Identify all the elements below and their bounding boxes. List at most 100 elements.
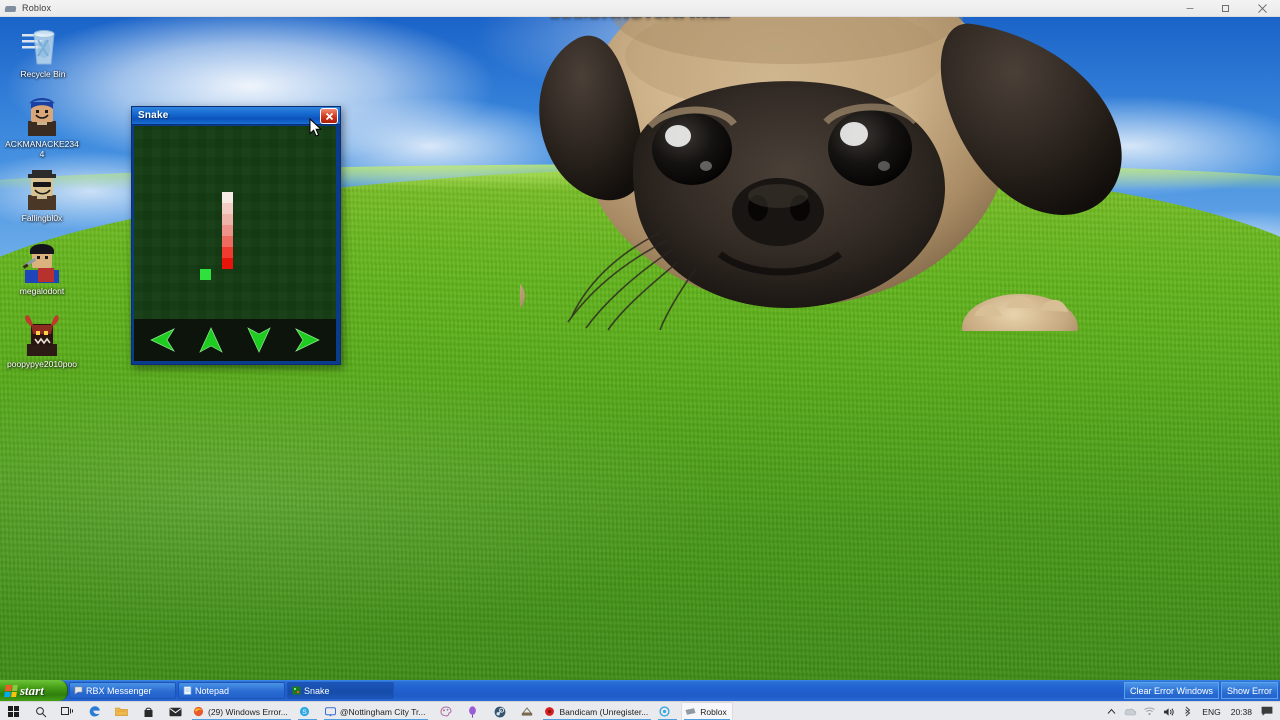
- clear-error-windows-button[interactable]: Clear Error Windows: [1123, 682, 1219, 699]
- bluetooth-icon[interactable]: [1178, 702, 1197, 720]
- teams-icon: [324, 706, 336, 717]
- desktop-icon-label: Fallingbl0x: [21, 213, 63, 223]
- desktop-icon-label: ACKMANACKE2344: [5, 139, 79, 159]
- taskbar-item-label: RBX Messenger: [86, 685, 152, 696]
- snake-direction-controls: [134, 319, 336, 361]
- paint-icon[interactable]: [432, 702, 459, 720]
- host-window-titlebar[interactable]: Roblox: [0, 0, 1280, 17]
- move-down-button[interactable]: [242, 325, 276, 355]
- balloon-icon[interactable]: [459, 702, 486, 720]
- taskbar-windows-error[interactable]: (29) Windows Error...: [189, 702, 294, 720]
- desktop-icon-fallingbl0x[interactable]: Fallingbl0x: [3, 168, 81, 223]
- xp-error-buttons: Clear Error Windows Show Error: [1122, 680, 1280, 701]
- start-button[interactable]: [0, 702, 27, 720]
- taskbar-nottingham[interactable]: @Nottingham City Tr...: [321, 702, 432, 720]
- roblox-avatar-icon: [19, 168, 65, 212]
- move-right-button[interactable]: [291, 325, 325, 355]
- windows-taskbar: (29) Windows Error... S @Nottingham City…: [0, 701, 1280, 720]
- taskbar-item-label: @Nottingham City Tr...: [339, 706, 426, 717]
- language-indicator[interactable]: ENG: [1197, 707, 1225, 717]
- taskbar-item-label: Notepad: [195, 685, 230, 696]
- roblox-icon: [685, 706, 696, 717]
- search-icon[interactable]: [27, 702, 54, 720]
- snake-window-title: Snake: [138, 110, 169, 121]
- taskbar-roblox[interactable]: Roblox: [681, 702, 733, 720]
- screen-root: Roblox Recycle Bin ACKMANACKE2344 Fallin…: [0, 0, 1280, 720]
- move-up-button[interactable]: [194, 325, 228, 355]
- desktop-icon-label: megalodont: [19, 286, 65, 296]
- pug-back-paw: [520, 283, 525, 309]
- notepad-icon: [183, 686, 192, 695]
- taskbar-rbx-messenger[interactable]: RBX Messenger: [69, 682, 176, 699]
- clear-error-windows-label: Clear Error Windows: [1129, 685, 1213, 696]
- taskbar-item-label: Bandicam (Unregister...: [559, 706, 649, 717]
- desktop-icon-ackmanacke2344[interactable]: ACKMANACKE2344: [3, 94, 81, 159]
- snake-body-cell: [222, 225, 233, 236]
- snake-game-board[interactable]: [134, 126, 336, 319]
- food-cell: [200, 269, 211, 280]
- taskbar-item-label: Snake: [304, 685, 330, 696]
- chevron-up-icon[interactable]: [1102, 702, 1121, 720]
- xp-start-button[interactable]: start: [0, 680, 68, 701]
- close-button[interactable]: [1244, 0, 1280, 16]
- taskbar-notepad[interactable]: Notepad: [178, 682, 285, 699]
- messenger-icon: [74, 686, 83, 695]
- snake-close-button[interactable]: [320, 108, 338, 124]
- action-center-icon[interactable]: [1257, 702, 1277, 720]
- show-error-button[interactable]: Show Error: [1220, 682, 1278, 699]
- taskbar-item-label: (29) Windows Error...: [208, 706, 288, 717]
- roblox-avatar-icon: [19, 94, 65, 138]
- svg-text:S: S: [302, 709, 307, 716]
- minimize-button[interactable]: [1172, 0, 1208, 16]
- network-icon[interactable]: [1140, 702, 1159, 720]
- taskbar-clock[interactable]: 20:38: [1226, 707, 1257, 717]
- show-error-label: Show Error: [1226, 685, 1272, 696]
- host-window-controls: [1172, 0, 1280, 16]
- firefox-icon: [193, 706, 204, 717]
- snake-body-cell: [222, 236, 233, 247]
- snake-head-cell: [222, 258, 233, 269]
- desktop-icon-label: poopypye2010poo: [7, 359, 77, 369]
- snake-body-cell: [222, 203, 233, 214]
- taskbar-skype[interactable]: S: [295, 702, 320, 720]
- recycle-bin-icon: [20, 24, 66, 68]
- snake-window-titlebar[interactable]: Snake: [132, 107, 340, 125]
- xp-start-label: start: [20, 682, 44, 698]
- file-explorer-icon[interactable]: [108, 702, 135, 720]
- system-tray: ENG 20:38: [1102, 702, 1280, 720]
- desktop-icon-megalodont[interactable]: megalodont: [3, 241, 81, 296]
- taskbar-item-label: Roblox: [700, 706, 727, 717]
- onedrive-icon[interactable]: [1121, 702, 1140, 720]
- desktop-icon-poopypye2010poo[interactable]: poopypye2010poo: [3, 314, 81, 369]
- pug-front-paw: [962, 294, 1078, 331]
- volume-icon[interactable]: [1159, 702, 1178, 720]
- skype-icon: S: [299, 706, 310, 717]
- xp-taskbar: start RBX Messenger Notepad Snake Clear …: [0, 680, 1280, 701]
- taskbar-bandicam[interactable]: Bandicam (Unregister...: [540, 702, 654, 720]
- snake-window-body: [134, 126, 336, 361]
- edge-icon[interactable]: [81, 702, 108, 720]
- roblox-avatar-icon: [19, 314, 65, 358]
- snake-body-cell: [222, 192, 233, 203]
- desktop-icon-label: Recycle Bin: [20, 69, 66, 79]
- snake-window[interactable]: Snake: [131, 106, 341, 365]
- roblox-icon: [5, 2, 17, 14]
- roblox-avatar-icon: [19, 241, 65, 285]
- windows-flag-icon: [4, 684, 18, 697]
- ruler-icon[interactable]: [513, 702, 540, 720]
- steam-icon[interactable]: [486, 702, 513, 720]
- bandicam-icon: [544, 706, 555, 717]
- desktop-icon-recycle-bin[interactable]: Recycle Bin: [4, 24, 82, 79]
- cortana-icon: [659, 706, 670, 717]
- snake-app-icon: [292, 686, 301, 695]
- taskbar-snake[interactable]: Snake: [287, 682, 394, 699]
- move-left-button[interactable]: [145, 325, 179, 355]
- host-window-title: Roblox: [22, 3, 52, 13]
- store-icon[interactable]: [135, 702, 162, 720]
- snake-body-cell: [222, 214, 233, 225]
- pug-image: [520, 16, 1140, 331]
- taskbar-cortana[interactable]: [655, 702, 680, 720]
- mail-icon[interactable]: [162, 702, 189, 720]
- restore-button[interactable]: [1208, 0, 1244, 16]
- task-view-icon[interactable]: [54, 702, 81, 720]
